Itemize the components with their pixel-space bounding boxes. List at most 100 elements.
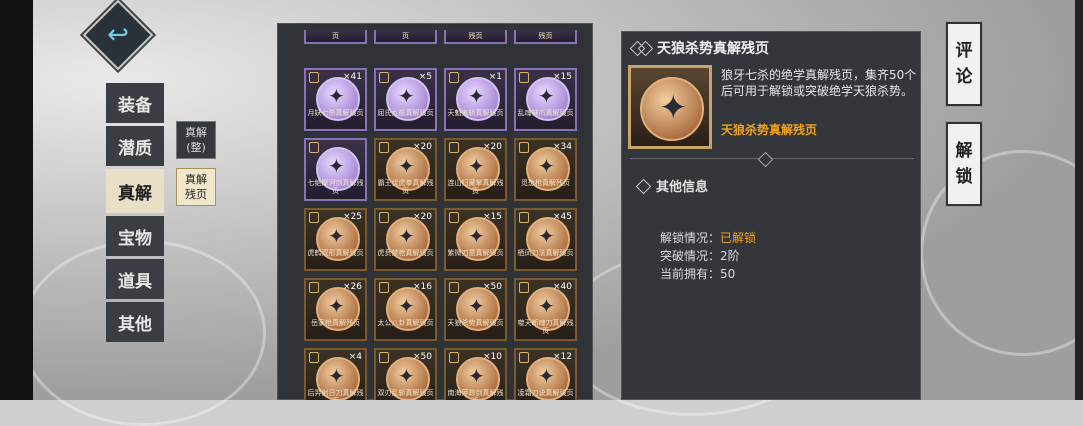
lock-icon bbox=[309, 352, 319, 363]
warrior-figure-icon: ✦ bbox=[659, 88, 688, 128]
nav-item-true-solution[interactable]: 真解 bbox=[106, 169, 164, 213]
item-count: ×45 bbox=[553, 212, 572, 222]
grid-cell[interactable]: ✦ 七绝摩诃剑真解残页 bbox=[304, 138, 367, 201]
lock-icon bbox=[519, 142, 529, 153]
item-count: ×4 bbox=[348, 352, 362, 362]
item-count: ×50 bbox=[413, 352, 432, 362]
item-name: 虎鹤双形真解残页 bbox=[307, 249, 364, 257]
item-count: ×20 bbox=[483, 142, 502, 152]
item-count: ×20 bbox=[413, 142, 432, 152]
warrior-figure-icon: ✦ bbox=[468, 364, 485, 388]
warrior-figure-icon: ✦ bbox=[468, 154, 485, 178]
grid-cell[interactable]: ✦ ×34 觅愁枪真解残页 bbox=[514, 138, 577, 201]
item-name: 残页 bbox=[468, 32, 483, 40]
item-name: 双刃乱斩真解残页 bbox=[377, 389, 434, 397]
warrior-figure-icon: ✦ bbox=[538, 154, 555, 178]
grid-cell[interactable]: ✦ ×1 天魁鬼斩真解残页 bbox=[444, 68, 507, 131]
item-name: 连山归藏掌真解残页 bbox=[447, 179, 504, 195]
grid-cell[interactable]: ✦ ×45 栖凤刀法真解残页 bbox=[514, 208, 577, 271]
lock-icon bbox=[309, 282, 319, 293]
sub-tab-whole[interactable]: 真解 (整) bbox=[176, 121, 216, 159]
grid-cell[interactable]: ✦ ×50 双刃乱斩真解残页 bbox=[374, 348, 437, 400]
info-row-unlock: 解锁情况：已解锁 bbox=[660, 229, 756, 246]
warrior-figure-icon: ✦ bbox=[398, 294, 415, 318]
grid-cell[interactable]: 页 bbox=[374, 30, 437, 44]
item-name: 岳家枪真解残页 bbox=[311, 319, 360, 327]
warrior-figure-icon: ✦ bbox=[538, 294, 555, 318]
item-name: 凌霜刀诀真解残页 bbox=[517, 389, 574, 397]
grid-cell[interactable]: ✦ ×10 南海萍踪剑真解残页 bbox=[444, 348, 507, 400]
nav-item-potential[interactable]: 潜质 bbox=[106, 126, 164, 166]
detail-item-icon: ✦ bbox=[628, 65, 712, 149]
item-name: 页 bbox=[402, 32, 409, 40]
lock-icon bbox=[449, 352, 459, 363]
grid-cell[interactable]: ✦ ×26 岳家枪真解残页 bbox=[304, 278, 367, 341]
grid-cell[interactable]: ✦ ×5 屈氏九般真解残页 bbox=[374, 68, 437, 131]
grid-cell[interactable]: ✦ ×40 噬天断魂刀真解残页 bbox=[514, 278, 577, 341]
item-count: ×40 bbox=[553, 282, 572, 292]
item-count: ×12 bbox=[553, 352, 572, 362]
item-count: ×26 bbox=[343, 282, 362, 292]
item-count: ×16 bbox=[413, 282, 432, 292]
lock-icon bbox=[379, 212, 389, 223]
grid-cell[interactable]: ✦ ×12 凌霜刀诀真解残页 bbox=[514, 348, 577, 400]
item-name: 栖凤刀法真解残页 bbox=[517, 249, 574, 257]
warrior-figure-icon: ✦ bbox=[398, 154, 415, 178]
item-count: ×10 bbox=[483, 352, 502, 362]
warrior-figure-icon: ✦ bbox=[468, 224, 485, 248]
lock-icon bbox=[379, 72, 389, 83]
item-name: 南海萍踪剑真解残页 bbox=[447, 389, 504, 400]
grid-cell[interactable]: ✦ ×20 霸王伏虎拳真解残页 bbox=[374, 138, 437, 201]
warrior-figure-icon: ✦ bbox=[328, 294, 345, 318]
category-nav: 装备 潜质 真解 宝物 道具 其他 bbox=[106, 83, 164, 345]
item-name: 虎贲禁枪真解残页 bbox=[377, 249, 434, 257]
info-label: 当前拥有： bbox=[660, 267, 721, 281]
grid-cell[interactable]: ✦ ×50 天狼杀势真解残页 bbox=[444, 278, 507, 341]
grid-cell[interactable]: ✦ ×41 月妖七杀真解残页 bbox=[304, 68, 367, 131]
warrior-figure-icon: ✦ bbox=[468, 84, 485, 108]
grid-cell[interactable]: 页 bbox=[304, 30, 367, 44]
left-edge bbox=[0, 0, 33, 400]
item-count: ×15 bbox=[553, 72, 572, 82]
lock-icon bbox=[379, 142, 389, 153]
grid-cell[interactable]: 残页 bbox=[514, 30, 577, 44]
lock-icon bbox=[379, 352, 389, 363]
grid-cell[interactable]: ✦ ×25 虎鹤双形真解残页 bbox=[304, 208, 367, 271]
item-count: ×20 bbox=[413, 212, 432, 222]
item-name: 七绝摩诃剑真解残页 bbox=[307, 179, 364, 195]
grid-cell[interactable]: ✦ ×16 太公八卦真解残页 bbox=[374, 278, 437, 341]
nav-item-treasure[interactable]: 宝物 bbox=[106, 216, 164, 256]
item-count: ×25 bbox=[343, 212, 362, 222]
nav-item-props[interactable]: 道具 bbox=[106, 259, 164, 299]
warrior-figure-icon: ✦ bbox=[398, 364, 415, 388]
info-label: 突破情况： bbox=[660, 249, 721, 263]
grid-cell[interactable]: ✦ ×20 连山归藏掌真解残页 bbox=[444, 138, 507, 201]
info-row-breakthrough: 突破情况：2阶 bbox=[660, 247, 740, 264]
lock-icon bbox=[449, 282, 459, 293]
lock-icon bbox=[519, 212, 529, 223]
grid-cell[interactable]: ✦×4 后羿射日刀真解残页 bbox=[304, 348, 367, 400]
grid-cell[interactable]: 残页 bbox=[444, 30, 507, 44]
lock-icon bbox=[519, 72, 529, 83]
warrior-figure-icon: ✦ bbox=[398, 84, 415, 108]
lock-icon bbox=[309, 72, 319, 83]
grid-cell[interactable]: ✦ ×15 乱魂神爪真解残页 bbox=[514, 68, 577, 131]
lock-icon bbox=[449, 142, 459, 153]
item-count: ×5 bbox=[418, 72, 432, 82]
item-count: ×34 bbox=[553, 142, 572, 152]
grid-cell[interactable]: ✦ ×20 虎贲禁枪真解残页 bbox=[374, 208, 437, 271]
warrior-figure-icon: ✦ bbox=[468, 294, 485, 318]
nav-item-equipment[interactable]: 装备 bbox=[106, 83, 164, 123]
lock-icon bbox=[379, 282, 389, 293]
warrior-figure-icon: ✦ bbox=[328, 364, 345, 388]
item-name: 乱魂神爪真解残页 bbox=[517, 109, 574, 117]
comment-button[interactable]: 评 论 bbox=[945, 21, 983, 107]
item-name: 霸王伏虎拳真解残页 bbox=[377, 179, 434, 195]
nav-item-other[interactable]: 其他 bbox=[106, 302, 164, 342]
grid-cell[interactable]: ✦ ×15 紫微刀意真解残页 bbox=[444, 208, 507, 271]
detail-title: 天狼杀势真解残页 bbox=[657, 41, 769, 57]
unlock-button[interactable]: 解 锁 bbox=[945, 121, 983, 207]
warrior-figure-icon: ✦ bbox=[538, 224, 555, 248]
lock-icon bbox=[309, 212, 319, 223]
sub-tab-fragments[interactable]: 真解 残页 bbox=[176, 168, 216, 206]
